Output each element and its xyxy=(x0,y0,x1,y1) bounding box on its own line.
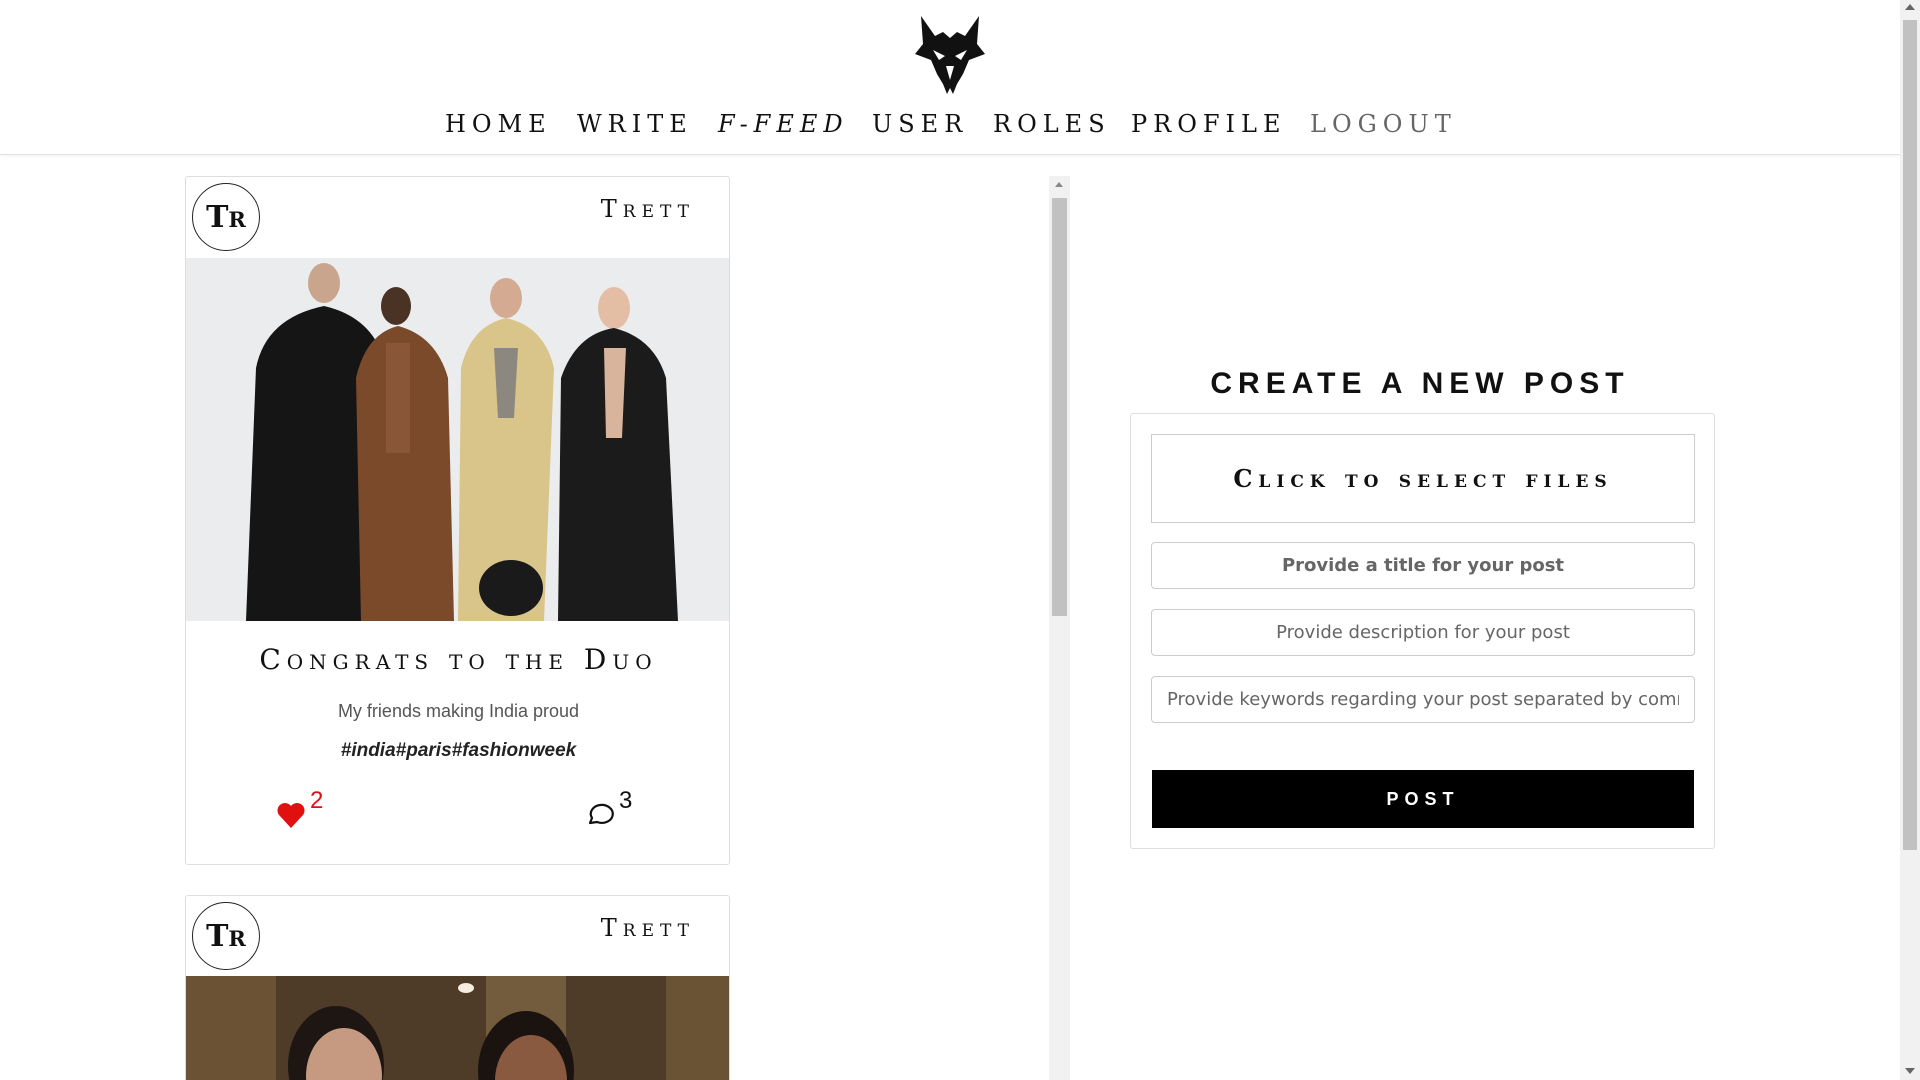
heart-icon xyxy=(277,803,305,828)
feed-scrollbar-thumb[interactable] xyxy=(1052,198,1067,616)
nav-user[interactable]: User xyxy=(872,110,968,138)
comment-bubble-icon xyxy=(588,803,614,825)
post-tags[interactable]: #india#paris#fashionweek xyxy=(186,740,729,762)
post-author[interactable]: Trett xyxy=(601,914,695,942)
nav-roles[interactable]: Roles xyxy=(993,110,1111,138)
post-image[interactable] xyxy=(186,258,729,621)
post-author[interactable]: Trett xyxy=(601,195,695,223)
post-image[interactable] xyxy=(186,976,729,1080)
nav-write[interactable]: Write xyxy=(577,110,693,138)
avatar[interactable]: Tr xyxy=(192,183,260,251)
post-card: Tr Trett xyxy=(185,895,730,1080)
scroll-down-arrow-icon[interactable] xyxy=(1905,1068,1915,1074)
post-description-input[interactable] xyxy=(1151,609,1695,656)
post-title[interactable]: Congrats to the Duo xyxy=(186,643,729,676)
scroll-up-arrow-icon[interactable] xyxy=(1905,4,1915,10)
like-button[interactable]: 2 xyxy=(276,787,323,829)
site-header: Home Write f-Feed User Roles Profile Log… xyxy=(0,0,1900,155)
main-nav: Home Write f-Feed User Roles Profile Log… xyxy=(0,110,1900,146)
nav-feed[interactable]: f-Feed xyxy=(718,110,849,138)
create-post-heading: CREATE A NEW POST xyxy=(1210,367,1630,400)
comment-button[interactable]: 3 xyxy=(586,787,632,829)
post-description: My friends making India proud xyxy=(337,701,580,721)
post-title-input[interactable] xyxy=(1151,542,1695,589)
scroll-up-arrow-icon[interactable] xyxy=(1055,182,1063,187)
post-submit-button[interactable]: POST xyxy=(1152,770,1694,828)
avatar[interactable]: Tr xyxy=(192,902,260,970)
page-scrollbar[interactable] xyxy=(1900,0,1920,1080)
nav-home[interactable]: Home xyxy=(445,110,552,138)
post-keywords-input[interactable] xyxy=(1151,676,1695,723)
create-post-form: Click to select files POST xyxy=(1130,413,1715,849)
file-select-button[interactable]: Click to select files xyxy=(1151,434,1695,523)
comment-count: 3 xyxy=(619,787,633,814)
post-card: Tr Trett Congrats to the Duo My friends … xyxy=(185,176,730,865)
nav-profile[interactable]: Profile xyxy=(1131,110,1286,138)
feed-scrollbar[interactable] xyxy=(1049,176,1070,1080)
wolf-logo-icon[interactable] xyxy=(913,14,987,96)
page-scrollbar-thumb[interactable] xyxy=(1903,20,1917,850)
like-count: 2 xyxy=(310,787,324,814)
nav-logout[interactable]: Logout xyxy=(1310,110,1457,138)
